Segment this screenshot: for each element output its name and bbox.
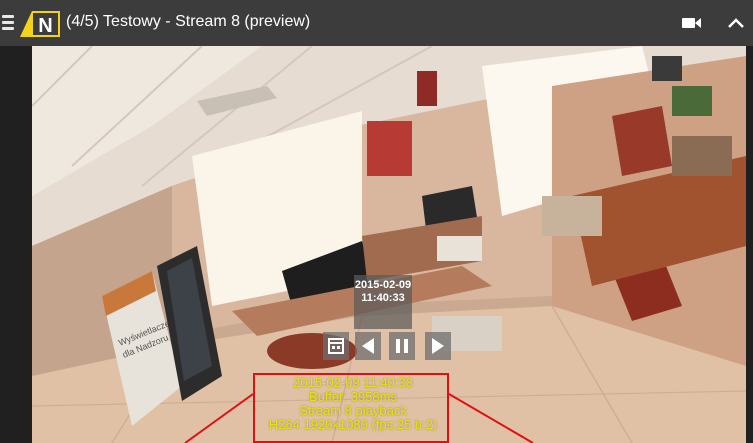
stream-info: 2015-02-09 11:40:33 Buffer: 3958ms Strea… xyxy=(253,376,453,432)
info-datetime: 2015-02-09 11:40:33 xyxy=(293,375,413,390)
info-stream: Stream 8 playback xyxy=(299,403,407,418)
info-codec: H264 1920x1080 (fps:25 b:2) xyxy=(268,417,438,432)
info-buffer: Buffer: 3958ms xyxy=(309,389,397,404)
